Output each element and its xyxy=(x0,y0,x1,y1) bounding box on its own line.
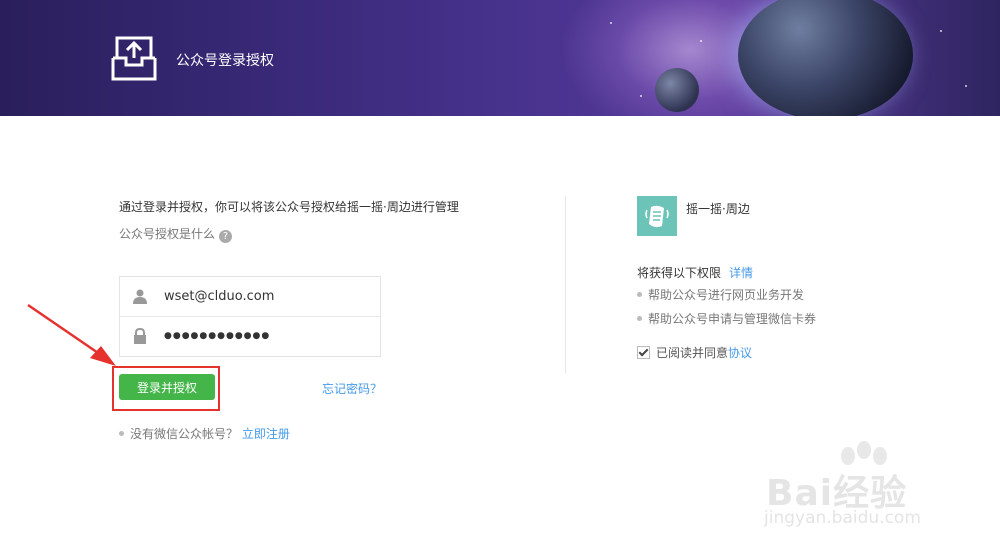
permission-item-label: 帮助公众号申请与管理微信卡券 xyxy=(648,312,817,326)
watermark-sub-text: jingyan.baidu.com xyxy=(764,508,921,528)
permission-item-label: 帮助公众号进行网页业务开发 xyxy=(648,288,805,302)
highlight-annotation xyxy=(112,366,220,411)
forgot-password-link[interactable]: 忘记密码？ xyxy=(322,380,382,397)
no-account-label: 没有微信公众帐号？ xyxy=(130,427,239,441)
star-decoration xyxy=(640,95,642,97)
register-prompt: 没有微信公众帐号？ 立即注册 xyxy=(119,425,290,442)
page-header: 公众号登录授权 xyxy=(0,0,1000,116)
baidu-watermark: Bai经验 jingyan.baidu.com xyxy=(760,440,960,540)
lock-icon xyxy=(134,328,146,344)
star-decoration xyxy=(610,22,612,24)
register-link[interactable]: 立即注册 xyxy=(242,427,290,441)
login-form xyxy=(119,276,381,357)
permissions-heading: 将获得以下权限 详情 xyxy=(637,264,753,281)
agreement-link[interactable]: 协议 xyxy=(728,346,752,360)
agreement-row: 已阅读并同意协议 xyxy=(637,344,752,361)
page-title: 公众号登录授权 xyxy=(176,53,274,69)
star-decoration xyxy=(940,30,942,32)
password-input[interactable] xyxy=(164,325,364,347)
username-input[interactable] xyxy=(164,285,364,307)
shake-hand-icon xyxy=(637,196,677,236)
app-name: 摇一摇·周边 xyxy=(686,202,750,216)
permissions-detail-link[interactable]: 详情 xyxy=(729,266,753,280)
username-field[interactable] xyxy=(120,277,380,317)
star-decoration xyxy=(965,85,967,87)
bullet-icon xyxy=(637,316,642,321)
upload-tray-icon xyxy=(111,36,157,81)
permission-item: 帮助公众号进行网页业务开发 xyxy=(637,286,804,303)
bullet-icon xyxy=(119,431,124,436)
agree-checkbox[interactable] xyxy=(637,346,650,359)
large-planet-decoration xyxy=(738,0,913,116)
intro-text: 通过登录并授权，你可以将该公众号授权给摇一摇·周边进行管理 xyxy=(119,200,459,214)
what-is-authorization-label: 公众号授权是什么 xyxy=(119,227,216,241)
small-planet-decoration xyxy=(655,68,699,112)
what-is-authorization-link[interactable]: 公众号授权是什么? xyxy=(119,225,233,243)
agree-label: 已阅读并同意 xyxy=(656,346,729,360)
permissions-title: 将获得以下权限 xyxy=(637,266,722,280)
bullet-icon xyxy=(637,292,642,297)
permission-item: 帮助公众号申请与管理微信卡券 xyxy=(637,310,816,327)
password-field[interactable] xyxy=(120,317,380,356)
user-icon xyxy=(133,289,147,304)
column-divider xyxy=(565,196,566,374)
star-decoration xyxy=(700,40,702,42)
question-icon[interactable]: ? xyxy=(219,230,233,243)
